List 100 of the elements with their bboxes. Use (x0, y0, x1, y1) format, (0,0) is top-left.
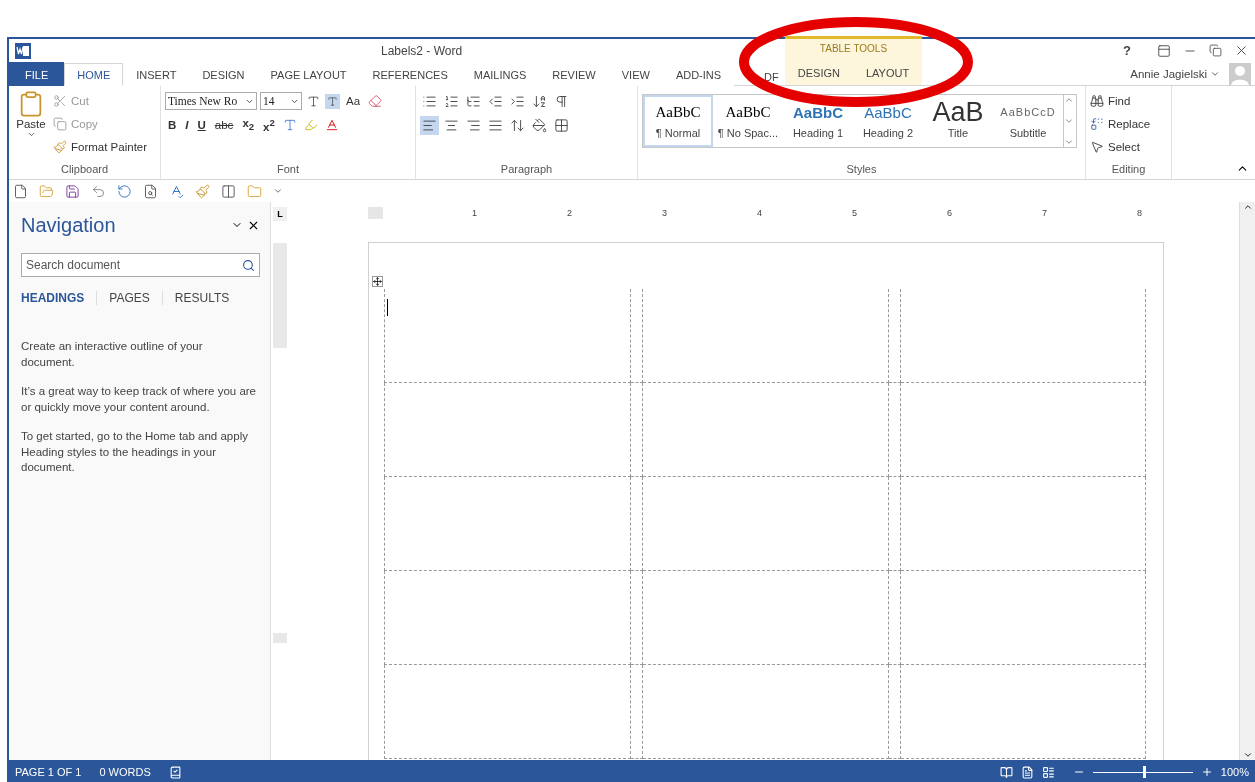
ribbon-tab[interactable]: HOME (64, 63, 124, 86)
label-cell[interactable] (643, 665, 889, 759)
editing-button[interactable]: Select (1090, 136, 1167, 157)
style-sample: AaBbC (793, 102, 843, 123)
format-button[interactable]: abc (211, 119, 237, 131)
text-cursor (387, 299, 388, 316)
label-cell[interactable] (889, 665, 901, 759)
format-button[interactable]: U (194, 119, 209, 131)
ribbon-tab[interactable]: DF (764, 70, 781, 83)
undo-icon[interactable] (91, 183, 106, 199)
nav-tab[interactable]: HEADINGS (21, 291, 97, 305)
tab-selector[interactable]: L (273, 207, 287, 221)
label-cell[interactable] (384, 665, 631, 759)
help-button[interactable]: ? (1123, 43, 1131, 58)
label-cell[interactable] (889, 571, 901, 665)
ribbon-display-icon[interactable] (1157, 43, 1171, 58)
proofing-icon[interactable] (168, 765, 182, 779)
style-item[interactable]: AaBbCcD Subtitle (993, 95, 1063, 147)
style-item[interactable]: AaBbC ¶ No Spac... (713, 95, 783, 147)
label-cell[interactable] (901, 477, 1146, 571)
label-cell[interactable] (901, 383, 1146, 477)
search-icon[interactable] (242, 258, 255, 272)
user-name[interactable]: Annie Jagielski (1130, 67, 1207, 80)
ribbon-tab[interactable]: DESIGN (784, 59, 853, 86)
label-cell[interactable] (384, 383, 631, 477)
ribbon-tab[interactable]: FILE (9, 62, 65, 86)
label-cell[interactable] (889, 289, 901, 383)
page-count[interactable]: PAGE 1 OF 1 (15, 766, 82, 778)
ribbon-tab[interactable]: LAYOUT (852, 59, 923, 86)
close-icon[interactable] (247, 219, 260, 232)
label-cell[interactable] (901, 571, 1146, 665)
font-size-field[interactable]: 14 (260, 92, 302, 110)
close-icon[interactable] (1234, 43, 1249, 58)
word-count[interactable]: 0 WORDS (99, 766, 151, 778)
scroll-up-icon[interactable] (1242, 202, 1253, 212)
eraser-icon[interactable] (366, 92, 385, 110)
read-mode-icon[interactable] (999, 765, 1013, 779)
label-cell[interactable] (901, 289, 1146, 383)
label-cell[interactable] (631, 477, 643, 571)
web-layout-icon[interactable] (1041, 765, 1055, 779)
label-cell[interactable] (631, 571, 643, 665)
label-cell[interactable] (631, 383, 643, 477)
editing-button[interactable]: Replace (1090, 113, 1167, 134)
move-handle-icon[interactable] (373, 277, 382, 286)
style-item[interactable]: AaBbC ¶ Normal (643, 95, 713, 147)
folder-icon[interactable] (247, 183, 262, 199)
spelling-icon[interactable] (169, 183, 184, 199)
change-case-button[interactable]: Aa (343, 95, 364, 107)
label-cell[interactable] (384, 477, 631, 571)
style-sample: AaBbCcD (1000, 105, 1056, 120)
format-button[interactable]: x$_{2}$ (239, 117, 258, 133)
label-cell[interactable] (643, 289, 889, 383)
style-sample: AaBbC (655, 102, 701, 122)
search-field[interactable]: Search document (21, 253, 260, 277)
editing-button[interactable]: Find (1090, 90, 1167, 111)
restore-icon[interactable] (1209, 44, 1222, 57)
zoom-thumb[interactable] (1142, 765, 1146, 778)
customize-icon[interactable] (273, 186, 283, 196)
group-label: Clipboard (59, 163, 110, 177)
shrink-font-icon[interactable] (325, 93, 340, 109)
contextual-title: TABLE TOOLS (818, 42, 889, 56)
nav-tab[interactable]: RESULTS (161, 291, 242, 305)
label-cell[interactable] (643, 571, 889, 665)
label-cell[interactable] (643, 383, 889, 477)
style-item[interactable]: AaBbC Heading 1 (783, 95, 853, 147)
format-button[interactable]: x$^{2}$ (260, 117, 278, 133)
more-styles-icon[interactable] (1064, 137, 1074, 147)
repeat-icon[interactable] (117, 183, 132, 199)
label-cell[interactable] (889, 477, 901, 571)
style-item[interactable]: AaB Title (923, 95, 993, 147)
open-folder-icon[interactable] (39, 183, 54, 199)
label-cell[interactable] (384, 289, 631, 383)
zoom-in-icon[interactable] (1200, 766, 1213, 778)
label-cell[interactable] (643, 477, 889, 571)
new-document-icon[interactable] (13, 183, 28, 199)
label-cell[interactable] (631, 665, 643, 759)
label-cell[interactable] (631, 289, 643, 383)
font-name-field[interactable]: Times New Ro (165, 92, 257, 110)
columns-icon[interactable] (221, 183, 236, 199)
style-item[interactable]: AaBbC Heading 2 (853, 95, 923, 147)
paste-button[interactable]: Paste (13, 90, 49, 163)
format-button[interactable]: I (182, 119, 192, 131)
word-logo-icon (15, 42, 31, 59)
format-button[interactable]: B (165, 119, 180, 131)
scroll-down-icon[interactable] (1242, 750, 1253, 760)
save-icon[interactable] (65, 183, 80, 199)
zoom-level[interactable]: 100% (1220, 766, 1249, 778)
help-text: Create an interactive outline of your document. (21, 339, 204, 370)
clipboard-button[interactable]: Format Painter (53, 136, 148, 157)
nav-tab[interactable]: PAGES (96, 291, 162, 305)
label-cell[interactable] (889, 383, 901, 477)
label-cell[interactable] (901, 665, 1146, 759)
format-painter-icon[interactable] (195, 183, 210, 199)
print-layout-icon[interactable] (1020, 765, 1034, 779)
label-cell[interactable] (384, 571, 631, 665)
print-preview-icon[interactable] (143, 183, 158, 199)
scissors-icon (53, 93, 67, 108)
copy-icon (53, 116, 67, 131)
align-left-icon[interactable] (420, 115, 439, 135)
scrollbar[interactable] (1239, 202, 1255, 760)
